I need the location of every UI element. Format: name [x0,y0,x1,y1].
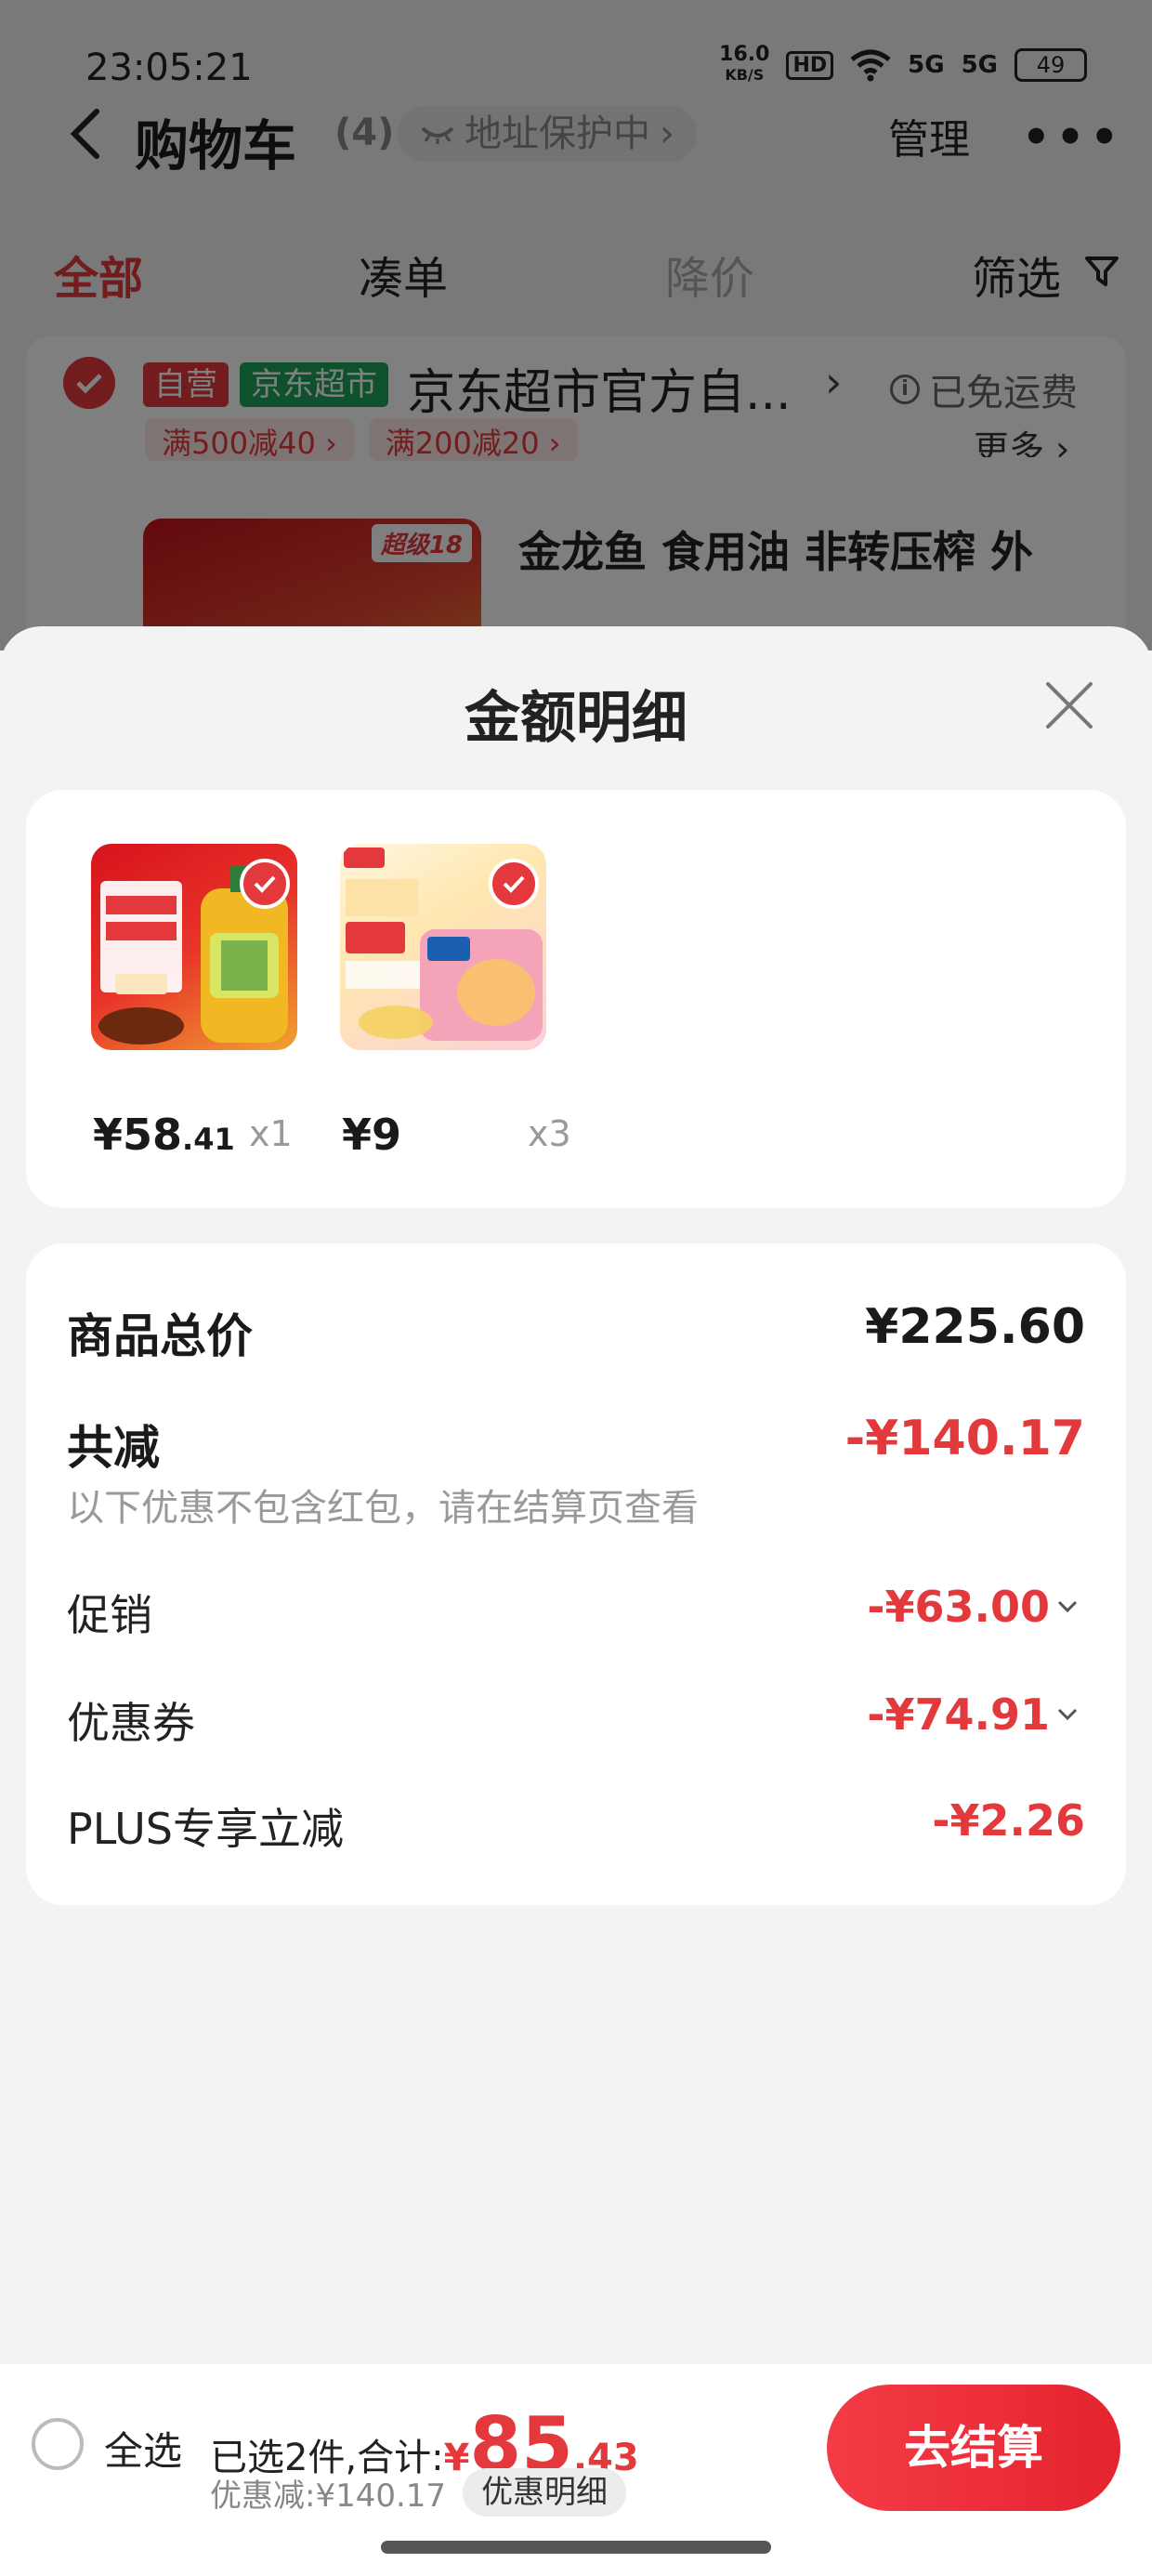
checkout-bar: 全选 已选2件,合计: ¥ 85 .43 优惠减:¥140.17 优惠明细 去结… [0,2364,1152,2576]
total-reduce-label: 共减 [67,1421,160,1475]
amount-detail-sheet: 金额明细 ¥58.41 x1 ¥9 x3 商品总价 ¥225.60 共减 -¥1… [0,626,1152,2364]
dim-overlay[interactable] [0,0,1152,651]
item-price: ¥9 [342,1110,402,1160]
item-quantity: x3 [528,1113,571,1154]
discount-note: 以下优惠不包含红包，请在结算页查看 [67,1487,699,1530]
checkmark-icon [254,875,276,893]
plus-discount-label: PLUS专享立减 [67,1804,344,1854]
goods-total-label: 商品总价 [67,1309,253,1363]
promotion-row[interactable]: -¥63.00 [867,1582,1078,1632]
select-all-label[interactable]: 全选 [104,2420,182,2477]
discount-detail-button[interactable]: 优惠明细 [463,2468,627,2517]
discount-summary: 优惠减:¥140.17 优惠明细 [210,2468,627,2517]
price-summary-card: 商品总价 ¥225.60 共减 -¥140.17 以下优惠不包含红包，请在结算页… [26,1243,1126,1905]
item-quantity: x1 [249,1113,293,1154]
checkout-button[interactable]: 去结算 [827,2385,1120,2511]
product-image-liby [340,844,546,1050]
total-reduce-value: -¥140.17 [844,1411,1085,1466]
selected-items-card: ¥58.41 x1 ¥9 x3 [26,790,1126,1208]
select-all-checkbox[interactable] [32,2418,84,2470]
home-indicator[interactable] [381,2541,771,2554]
plus-discount-value: -¥2.26 [932,1795,1085,1846]
cart-page-background: 23:05:21 16.0 KB/S HD 5G 5G 49 购物车 (4) [0,0,1152,714]
coupon-label: 优惠券 [67,1698,195,1748]
item-price: ¥58.41 [93,1110,235,1160]
chevron-down-icon [1057,1600,1078,1613]
coupon-value: -¥74.91 [867,1689,1050,1740]
promotion-value: -¥63.00 [867,1582,1050,1632]
checkmark-icon [503,875,525,893]
coupon-row[interactable]: -¥74.91 [867,1689,1078,1740]
item-checked-icon [489,859,539,909]
sheet-title: 金额明细 [465,686,687,751]
promotion-label: 促销 [67,1590,152,1640]
chevron-down-icon [1057,1708,1078,1721]
discount-amount: 优惠减:¥140.17 [210,2477,447,2515]
goods-total-value: ¥225.60 [865,1299,1085,1355]
close-icon[interactable] [1042,678,1096,732]
item-checked-icon [240,859,290,909]
product-image-oil [91,844,297,1050]
